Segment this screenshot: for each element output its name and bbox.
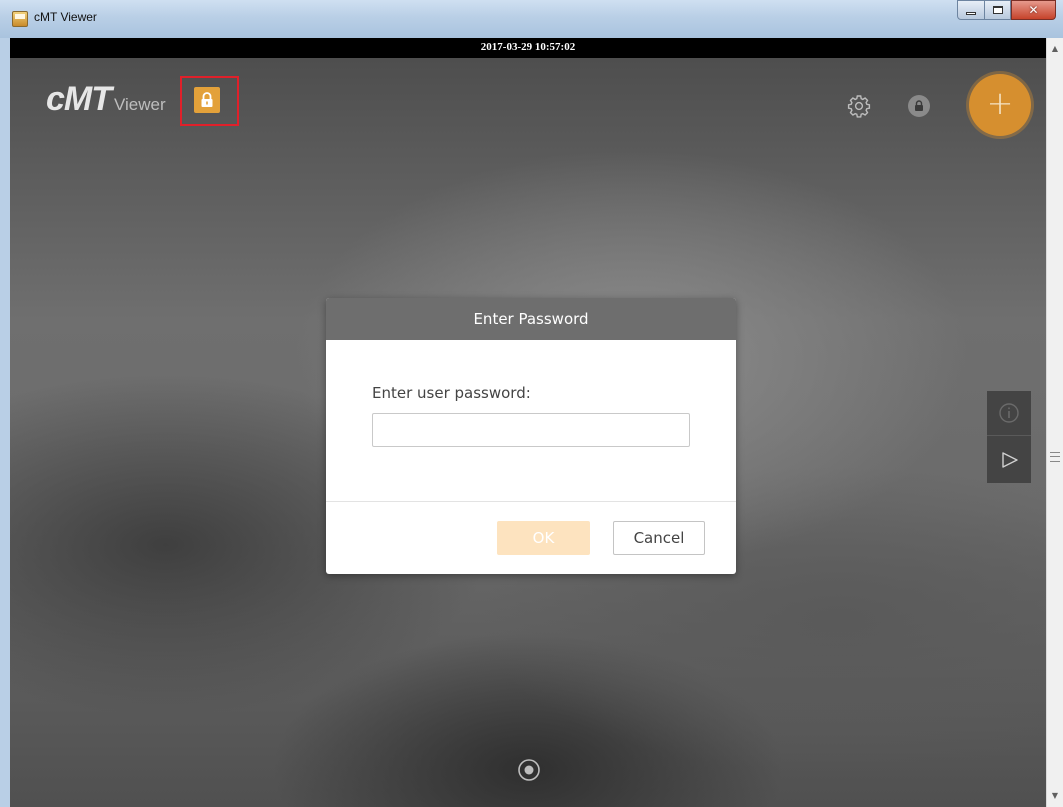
play-button[interactable] bbox=[987, 437, 1031, 483]
scroll-grip[interactable] bbox=[1050, 452, 1060, 462]
maximize-button[interactable] bbox=[984, 0, 1011, 20]
datetime-text: 2017-03-29 10:57:02 bbox=[480, 41, 576, 53]
info-icon bbox=[999, 403, 1019, 423]
window-titlebar: cMT Viewer ✕ bbox=[0, 0, 1063, 38]
window-frame bbox=[0, 38, 10, 807]
close-button[interactable]: ✕ bbox=[1011, 0, 1056, 20]
lock-icon bbox=[915, 100, 923, 111]
account-lock-button[interactable] bbox=[908, 95, 930, 117]
dialog-header: Enter Password bbox=[326, 298, 736, 340]
minimize-button[interactable] bbox=[957, 0, 985, 20]
ok-button[interactable]: OK bbox=[497, 521, 590, 555]
vertical-scrollbar[interactable]: ▲ ▼ bbox=[1046, 38, 1063, 807]
app-background: cMT Viewer + Enter Password Enter user p… bbox=[10, 58, 1046, 807]
password-prompt: Enter user password: bbox=[372, 384, 531, 402]
maximize-icon bbox=[992, 6, 1003, 14]
app-logo: cMT Viewer bbox=[46, 80, 166, 119]
side-panel bbox=[987, 391, 1031, 483]
minimize-icon bbox=[966, 11, 976, 15]
logo-main: cMT bbox=[46, 80, 112, 118]
dialog-divider bbox=[326, 501, 736, 502]
play-icon bbox=[1002, 452, 1018, 468]
password-field[interactable] bbox=[372, 413, 690, 447]
gear-icon[interactable] bbox=[847, 94, 871, 118]
scroll-down-icon[interactable]: ▼ bbox=[1047, 788, 1063, 804]
scroll-up-icon[interactable]: ▲ bbox=[1047, 41, 1063, 57]
lock-button[interactable] bbox=[194, 87, 220, 113]
cancel-button[interactable]: Cancel bbox=[613, 521, 705, 555]
password-dialog: Enter Password Enter user password: OK C… bbox=[326, 298, 736, 574]
page-indicator-icon[interactable] bbox=[517, 758, 541, 782]
add-button[interactable]: + bbox=[969, 74, 1031, 136]
app-icon bbox=[12, 11, 28, 27]
plus-icon: + bbox=[986, 84, 1014, 122]
close-icon: ✕ bbox=[1028, 3, 1039, 17]
lock-icon bbox=[201, 92, 213, 107]
dialog-title: Enter Password bbox=[473, 310, 589, 328]
window-title: cMT Viewer bbox=[34, 10, 97, 24]
logo-sub: Viewer bbox=[114, 95, 166, 114]
status-bar: 2017-03-29 10:57:02 bbox=[10, 38, 1046, 58]
info-button[interactable] bbox=[987, 391, 1031, 436]
